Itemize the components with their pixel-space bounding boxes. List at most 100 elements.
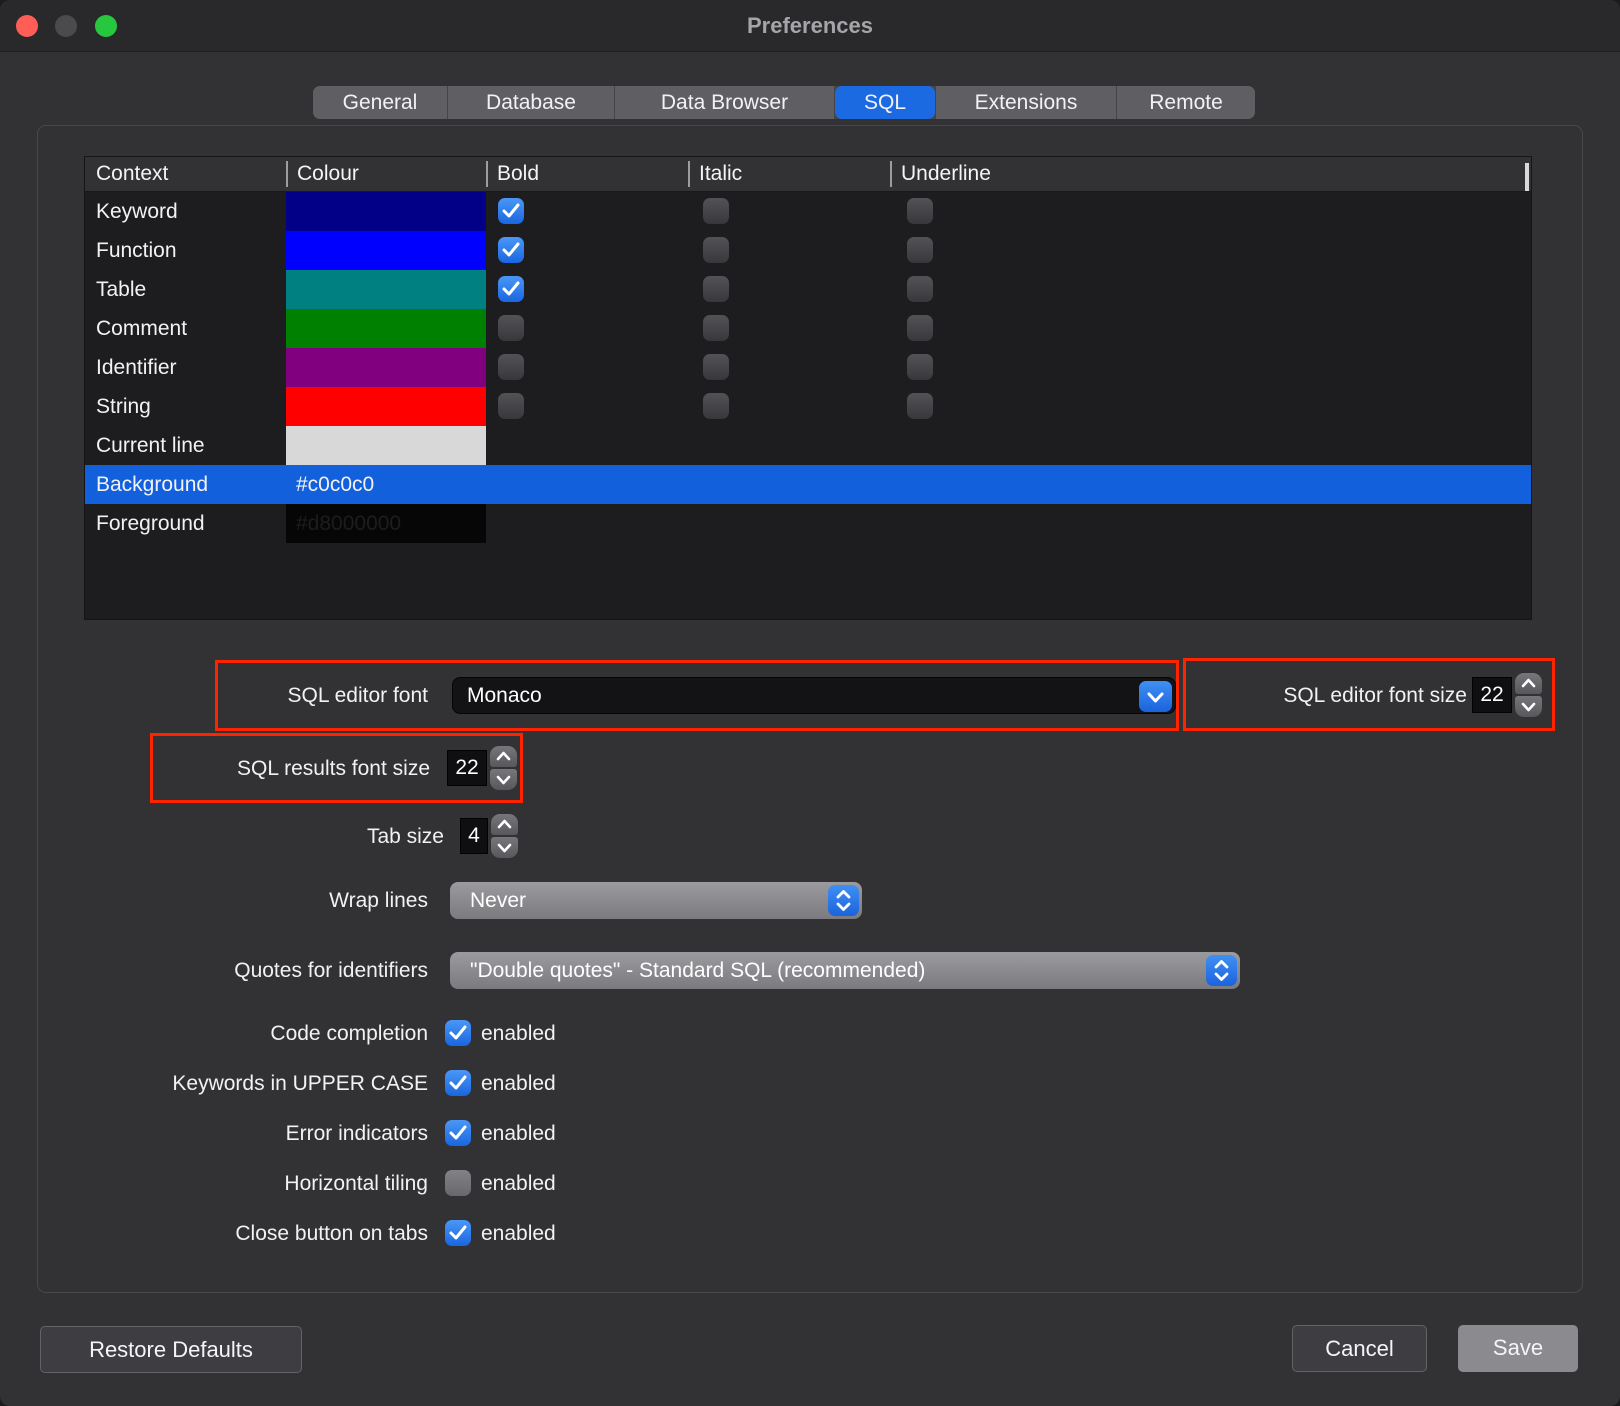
context-label: Background [96, 465, 208, 504]
tab-remote[interactable]: Remote [1117, 86, 1255, 119]
table-row[interactable]: Function [85, 231, 1531, 270]
underline-checkbox-unchecked[interactable] [907, 198, 933, 224]
editor-font-combobox[interactable]: Monaco [452, 677, 1176, 714]
keywords-uppercase-label: Keywords in UPPER CASE [128, 1070, 428, 1097]
color-swatch[interactable] [286, 348, 486, 387]
chevron-up-down-icon [1206, 955, 1237, 986]
enabled-label: enabled [481, 1070, 556, 1097]
table-row[interactable]: Keyword [85, 192, 1531, 231]
tab-general[interactable]: General [313, 86, 447, 119]
quotes-select[interactable]: "Double quotes" - Standard SQL (recommen… [450, 952, 1240, 989]
select-updown-button[interactable] [828, 885, 859, 916]
tab-sql[interactable]: SQL [835, 86, 935, 119]
context-label: Function [96, 231, 177, 270]
column-divider [286, 161, 288, 187]
color-swatch[interactable] [286, 309, 486, 348]
color-swatch[interactable] [286, 387, 486, 426]
italic-checkbox-unchecked[interactable] [703, 276, 729, 302]
quotes-label: Quotes for identifiers [152, 953, 428, 988]
close-button-tabs-label: Close button on tabs [128, 1220, 428, 1247]
window-title: Preferences [0, 0, 1620, 52]
restore-defaults-button[interactable]: Restore Defaults [40, 1326, 302, 1373]
column-header-context[interactable]: Context [96, 157, 168, 192]
underline-checkbox-unchecked[interactable] [907, 393, 933, 419]
results-font-size-value[interactable]: 22 [447, 750, 487, 786]
error-indicators-checkbox-checked[interactable] [445, 1120, 471, 1146]
stepper-down-button[interactable] [1515, 696, 1542, 717]
horizontal-tiling-label: Horizontal tiling [128, 1170, 428, 1197]
bold-checkbox-unchecked[interactable] [498, 315, 524, 341]
color-swatch[interactable] [286, 426, 486, 465]
column-header-italic[interactable]: Italic [699, 157, 742, 192]
table-row[interactable]: String [85, 387, 1531, 426]
stepper-down-button[interactable] [490, 769, 517, 790]
underline-checkbox-unchecked[interactable] [907, 237, 933, 263]
bold-checkbox-checked[interactable] [498, 276, 524, 302]
table-row-selected[interactable]: Background #c0c0c0 [85, 465, 1531, 504]
color-hex-value: #c0c0c0 [296, 465, 374, 504]
select-updown-button[interactable] [1206, 955, 1237, 986]
stepper-up-button[interactable] [1515, 673, 1542, 694]
bold-checkbox-checked[interactable] [498, 237, 524, 263]
code-completion-label: Code completion [128, 1020, 428, 1047]
italic-checkbox-unchecked[interactable] [703, 198, 729, 224]
syntax-color-table: Context Colour Bold Italic Underline Key… [84, 156, 1532, 620]
underline-checkbox-unchecked[interactable] [907, 276, 933, 302]
table-row[interactable]: Identifier [85, 348, 1531, 387]
close-button-tabs-checkbox-checked[interactable] [445, 1220, 471, 1246]
column-header-bold[interactable]: Bold [497, 157, 539, 192]
save-button[interactable]: Save [1458, 1325, 1578, 1372]
results-font-size-label: SQL results font size [160, 751, 430, 786]
color-swatch[interactable] [286, 192, 486, 231]
color-hex-value: #d8000000 [296, 504, 401, 543]
italic-checkbox-unchecked[interactable] [703, 393, 729, 419]
cancel-button[interactable]: Cancel [1292, 1325, 1427, 1372]
chevron-up-icon [491, 814, 518, 835]
enabled-label: enabled [481, 1120, 556, 1147]
chevron-up-icon [1515, 673, 1542, 694]
color-swatch[interactable] [286, 231, 486, 270]
enabled-label: enabled [481, 1170, 556, 1197]
horizontal-tiling-checkbox-unchecked[interactable] [445, 1170, 471, 1196]
wrap-lines-select[interactable]: Never [450, 882, 862, 919]
context-label: Table [96, 270, 146, 309]
chevron-down-icon [490, 769, 517, 790]
keywords-uppercase-checkbox-checked[interactable] [445, 1070, 471, 1096]
bold-checkbox-unchecked[interactable] [498, 354, 524, 380]
chevron-down-icon [1139, 681, 1172, 712]
column-divider [890, 161, 892, 187]
bold-checkbox-checked[interactable] [498, 198, 524, 224]
code-completion-checkbox-checked[interactable] [445, 1020, 471, 1046]
stepper-down-button[interactable] [491, 837, 518, 858]
tab-size-value[interactable]: 4 [460, 818, 488, 854]
context-label: Comment [96, 309, 187, 348]
enabled-label: enabled [481, 1020, 556, 1047]
italic-checkbox-unchecked[interactable] [703, 354, 729, 380]
table-row[interactable]: Foreground #d8000000 [85, 504, 1531, 543]
tab-extensions[interactable]: Extensions [936, 86, 1116, 119]
bold-checkbox-unchecked[interactable] [498, 393, 524, 419]
column-header-colour[interactable]: Colour [297, 157, 359, 192]
underline-checkbox-unchecked[interactable] [907, 354, 933, 380]
wrap-lines-label: Wrap lines [228, 883, 428, 918]
editor-font-size-stepper [1515, 673, 1542, 717]
stepper-up-button[interactable] [490, 746, 517, 767]
column-divider-end [1525, 163, 1529, 191]
italic-checkbox-unchecked[interactable] [703, 237, 729, 263]
combobox-dropdown-button[interactable] [1139, 681, 1172, 712]
stepper-up-button[interactable] [491, 814, 518, 835]
italic-checkbox-unchecked[interactable] [703, 315, 729, 341]
quotes-value: "Double quotes" - Standard SQL (recommen… [470, 952, 925, 989]
table-row[interactable]: Current line [85, 426, 1531, 465]
column-header-underline[interactable]: Underline [901, 157, 991, 192]
table-row[interactable]: Table [85, 270, 1531, 309]
underline-checkbox-unchecked[interactable] [907, 315, 933, 341]
context-label: Current line [96, 426, 205, 465]
color-swatch[interactable] [286, 270, 486, 309]
table-row[interactable]: Comment [85, 309, 1531, 348]
tab-data-browser[interactable]: Data Browser [615, 86, 834, 119]
editor-font-size-value[interactable]: 22 [1472, 677, 1512, 713]
tab-database[interactable]: Database [448, 86, 614, 119]
preferences-window: Preferences General Database Data Browse… [0, 0, 1620, 1406]
editor-font-value: Monaco [467, 678, 542, 713]
